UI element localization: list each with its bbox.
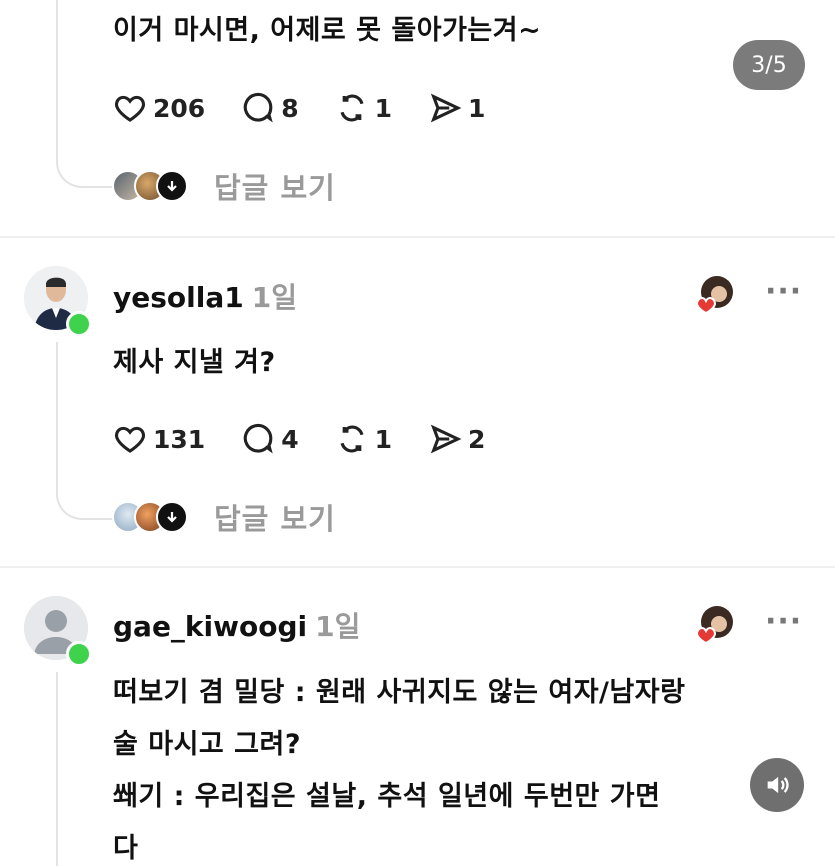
heart-icon <box>115 426 145 453</box>
image-counter-badge: 3/5 <box>733 40 805 90</box>
liked-by-avatar[interactable] <box>693 604 733 645</box>
repost-button[interactable]: 1 <box>335 91 392 125</box>
post-text-line: 떠보기 겸 밀당 : 원래 사귀지도 않는 여자/남자랑 <box>113 677 686 708</box>
liked-by-avatar[interactable] <box>693 274 733 315</box>
view-replies-button[interactable]: 답글 보기 <box>112 497 336 537</box>
post-text: 제사 지낼 겨? <box>113 347 276 378</box>
thread-curve <box>56 482 114 520</box>
share-count: 2 <box>468 424 486 454</box>
like-button[interactable]: 131 <box>113 422 205 456</box>
share-button[interactable]: 2 <box>428 422 485 456</box>
online-status-dot <box>66 311 92 337</box>
repost-count: 1 <box>374 424 392 454</box>
view-replies-button[interactable]: 답글 보기 <box>112 166 336 206</box>
speaker-icon <box>767 776 789 794</box>
post-text-line: 쐐기 : 우리집은 설날, 추석 일년에 두번만 가면 <box>113 781 661 812</box>
comment-button[interactable]: 8 <box>241 91 299 125</box>
view-replies-label: 답글 보기 <box>214 171 336 205</box>
thread-line <box>56 0 58 150</box>
username[interactable]: yesolla1 <box>113 281 244 314</box>
thread-line <box>56 342 58 482</box>
post-actions: 131 4 1 2 <box>113 419 521 459</box>
post-text: 이거 마시면, 어제로 못 돌아가는겨~ <box>113 15 542 46</box>
repost-count: 1 <box>374 93 392 123</box>
username[interactable]: gae_kiwoogi <box>113 610 307 643</box>
comment-count: 4 <box>281 424 299 454</box>
share-button[interactable]: 1 <box>428 91 485 125</box>
more-options-button[interactable]: ··· <box>765 604 802 639</box>
online-status-dot <box>66 641 92 667</box>
post-time: 1일 <box>315 610 361 643</box>
send-icon <box>430 93 462 123</box>
arrow-down-icon <box>156 170 188 202</box>
like-count: 131 <box>153 424 206 454</box>
sound-toggle-button[interactable] <box>750 758 804 812</box>
post-text-line: 술 마시고 그려? <box>113 729 302 760</box>
post-actions: 206 8 1 1 <box>113 88 521 128</box>
comment-icon <box>243 92 273 123</box>
repost-icon <box>340 94 364 122</box>
username-row: yesolla1 1일 <box>113 276 297 316</box>
comment-count: 8 <box>281 93 299 123</box>
repost-button[interactable]: 1 <box>335 422 392 456</box>
thread-curve <box>56 150 114 188</box>
more-options-button[interactable]: ··· <box>765 274 802 309</box>
send-icon <box>430 424 462 454</box>
like-count: 206 <box>153 93 206 123</box>
like-button[interactable]: 206 <box>113 91 205 125</box>
post-text-line: 다 <box>113 833 139 864</box>
view-replies-label: 답글 보기 <box>214 502 336 536</box>
post-time: 1일 <box>251 281 297 314</box>
username-row: gae_kiwoogi 1일 <box>113 605 360 645</box>
share-count: 1 <box>468 93 486 123</box>
divider <box>0 236 835 238</box>
arrow-down-icon <box>156 501 188 533</box>
comment-button[interactable]: 4 <box>241 422 299 456</box>
heart-icon <box>115 95 145 122</box>
thread-line <box>56 672 58 866</box>
comment-icon <box>243 423 273 454</box>
repost-icon <box>340 425 364 453</box>
divider <box>0 566 835 568</box>
